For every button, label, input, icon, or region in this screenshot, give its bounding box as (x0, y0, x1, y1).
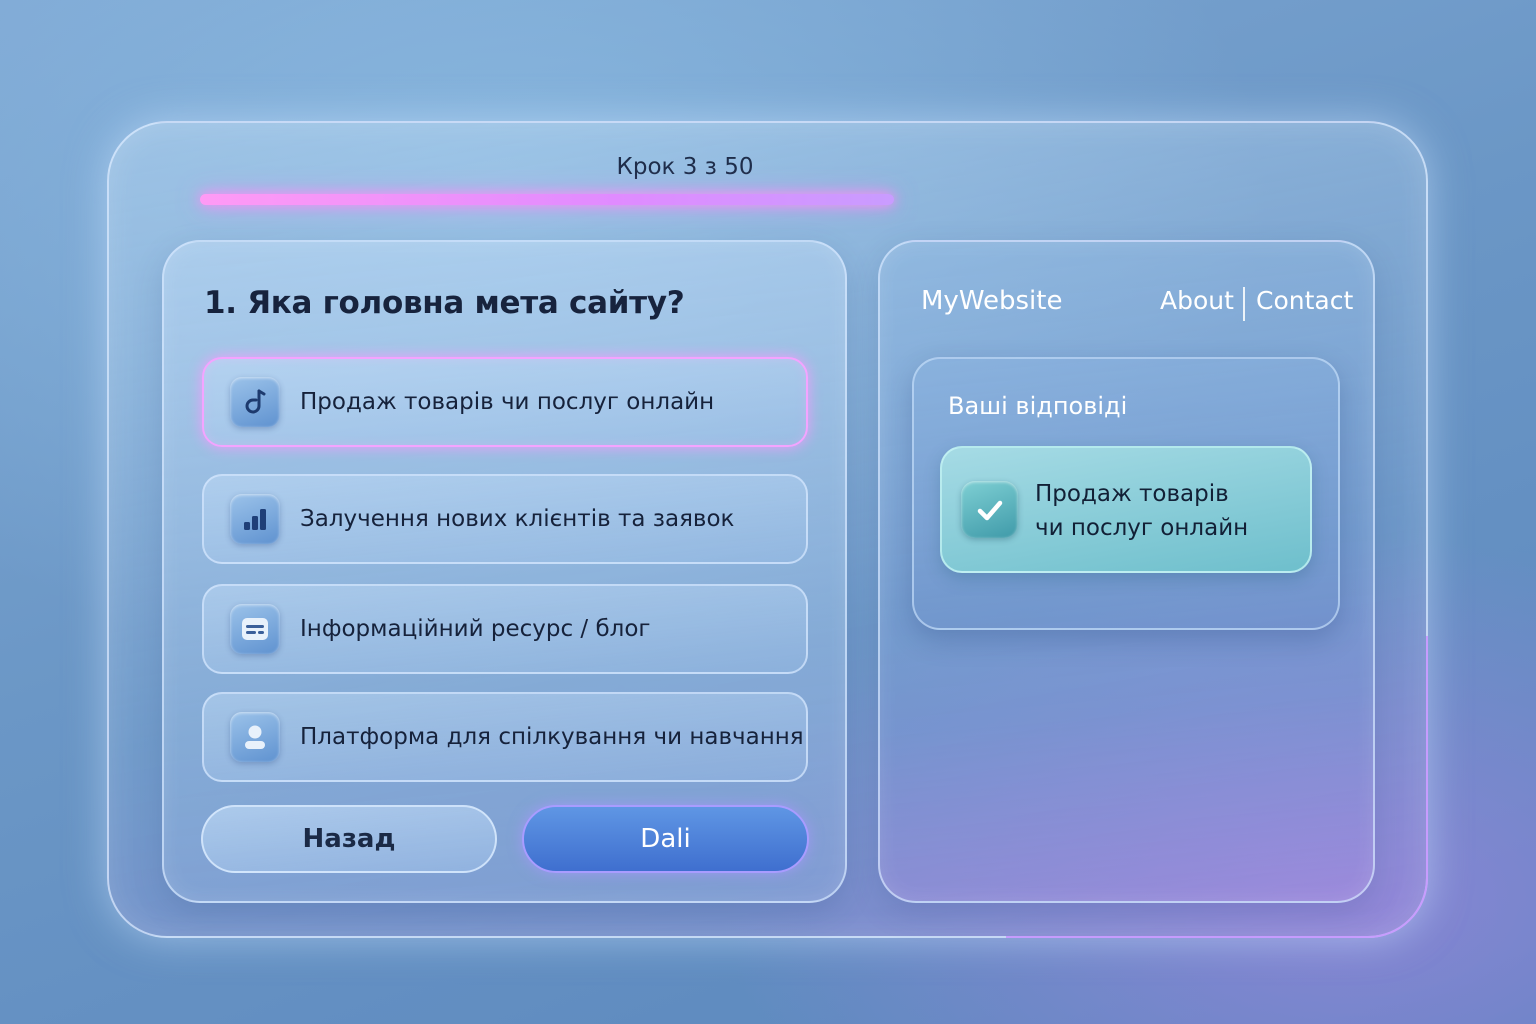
site-logo-text: MyWebsite (921, 286, 1063, 316)
check-icon (961, 481, 1018, 538)
option-label: Інформаційний ресурс / блог (300, 616, 651, 642)
user-icon (230, 712, 280, 762)
option-label: Платформа для спілкування чи навчання (300, 724, 804, 750)
option-label: Залучення нових клієнтів та заявок (300, 506, 735, 532)
document-icon (230, 604, 280, 654)
next-button[interactable]: Dali (522, 805, 809, 873)
bar-chart-icon (230, 494, 280, 544)
answers-title: Ваші відповіді (948, 392, 1128, 420)
option-lead-generation[interactable]: Залучення нових клієнтів та заявок (202, 474, 808, 564)
answer-line-2: чи послуг онлайн (1035, 515, 1249, 541)
option-info-blog[interactable]: Інформаційний ресурс / блог (202, 584, 808, 674)
answer-text: Продаж товарів чи послуг онлайн (1035, 477, 1305, 545)
option-sales-online[interactable]: Продаж товарів чи послуг онлайн (202, 357, 808, 447)
option-community-learning[interactable]: Платформа для спілкування чи навчання (202, 692, 808, 782)
progress-bar-fill (200, 194, 894, 205)
question-title: 1. Яка головна мета сайту? (204, 285, 685, 321)
step-counter: Крок 3 з 50 (616, 154, 754, 180)
nav-divider (1243, 287, 1245, 321)
nav-link-contact[interactable]: Contact (1256, 286, 1353, 315)
progress-bar (200, 194, 894, 205)
option-label: Продаж товарів чи послуг онлайн (300, 389, 715, 415)
question-panel (162, 240, 847, 903)
answer-line-1: Продаж товарів (1035, 481, 1229, 507)
nav-link-about[interactable]: About (1160, 286, 1234, 315)
music-note-icon (230, 377, 280, 427)
back-button[interactable]: Назад (201, 805, 497, 873)
